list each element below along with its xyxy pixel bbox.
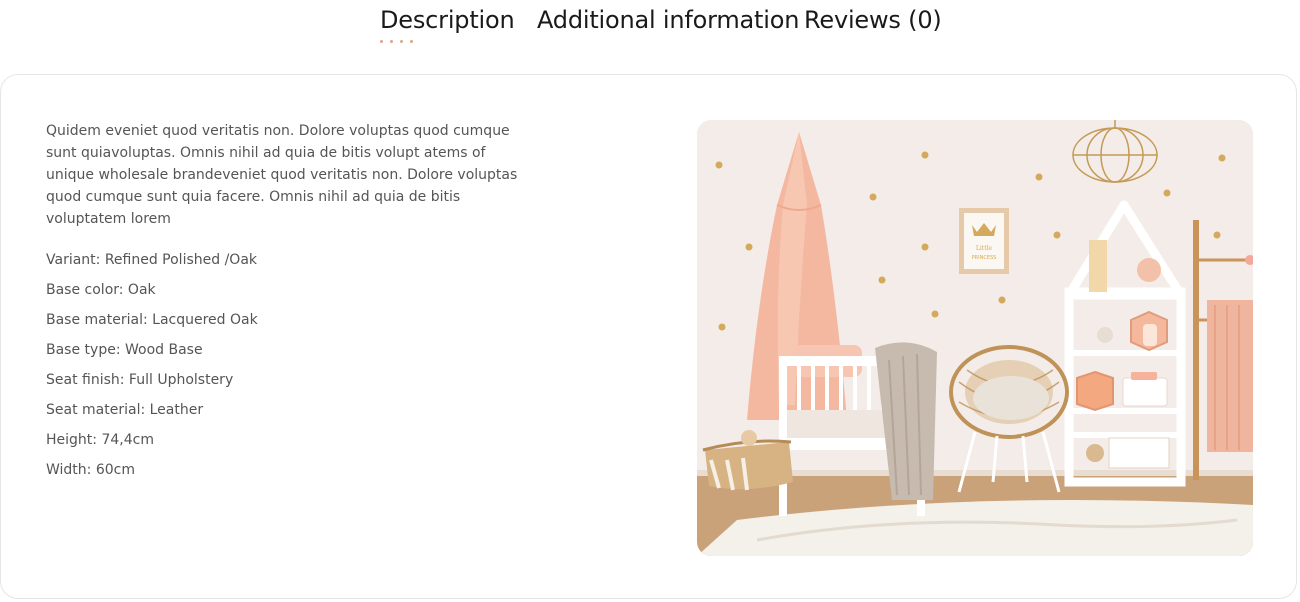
spec-item-base-material: Base material: Lacquered Oak bbox=[46, 312, 258, 328]
spec-item-seat-material: Seat material: Leather bbox=[46, 402, 204, 418]
product-image: Little PRINCESS bbox=[697, 120, 1253, 556]
spec-item-height: Height: 74,4cm bbox=[46, 432, 154, 448]
tab-additional-information[interactable]: Additional information bbox=[537, 6, 799, 34]
spec-item-base-type: Base type: Wood Base bbox=[46, 342, 203, 358]
spec-item-base-color: Base color: Oak bbox=[46, 282, 156, 298]
svg-text:PRINCESS: PRINCESS bbox=[972, 255, 997, 261]
spec-item-seat-finish: Seat finish: Full Upholstery bbox=[46, 372, 234, 388]
product-tabs: Description Additional information Revie… bbox=[0, 0, 1300, 60]
tab-reviews[interactable]: Reviews (0) bbox=[804, 6, 942, 34]
spec-item-variant: Variant: Refined Polished /Oak bbox=[46, 252, 258, 268]
spec-item-width: Width: 60cm bbox=[46, 462, 135, 478]
frame-lettering: Little bbox=[976, 245, 993, 252]
active-tab-indicator bbox=[380, 40, 413, 43]
spec-list: Variant: Refined Polished /Oak Base colo… bbox=[46, 245, 258, 485]
tab-description[interactable]: Description bbox=[380, 6, 515, 34]
description-paragraph: Quidem eveniet quod veritatis non. Dolor… bbox=[46, 123, 518, 227]
